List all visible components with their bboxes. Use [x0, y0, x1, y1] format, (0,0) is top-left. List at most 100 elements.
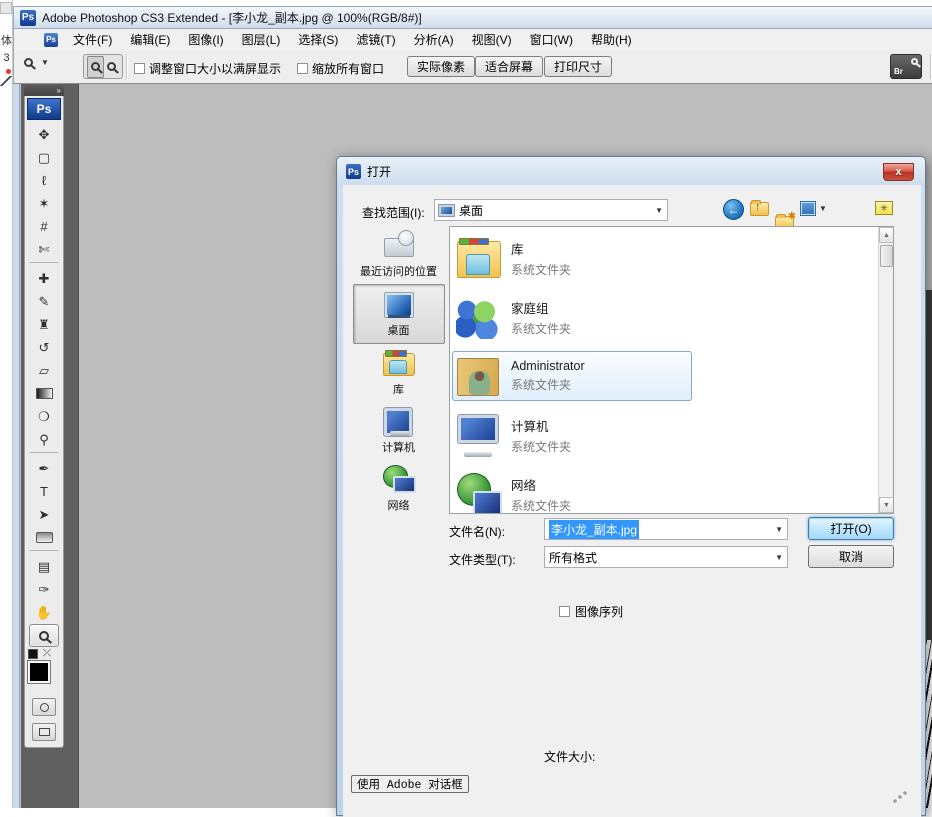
- file-row[interactable]: 家庭组 系统文件夹: [452, 292, 852, 342]
- path-select-tool[interactable]: ➤: [29, 503, 59, 526]
- up-one-level-button[interactable]: ↑: [750, 202, 769, 216]
- file-name-input[interactable]: 李小龙_副本.jpg ▼: [544, 518, 788, 540]
- scrollbar-thumb[interactable]: [880, 245, 893, 267]
- file-row[interactable]: 计算机 系统文件夹: [452, 410, 852, 460]
- place-recent[interactable]: 最近访问的位置: [353, 226, 445, 284]
- background-glyph: 3: [0, 52, 13, 64]
- chevron-down-icon: ▼: [769, 525, 783, 534]
- photoshop-logo-button[interactable]: Ps: [27, 98, 61, 120]
- menu-item[interactable]: 图层(L): [233, 29, 290, 50]
- look-in-label: 查找范围(I):: [362, 204, 425, 221]
- menu-item[interactable]: 窗口(W): [521, 29, 582, 50]
- views-menu-button[interactable]: ▼: [800, 201, 827, 216]
- file-row[interactable]: 网络 系统文件夹: [452, 469, 852, 514]
- resize-window-checkbox[interactable]: 调整窗口大小以满屏显示: [134, 60, 281, 77]
- menu-item[interactable]: 图像(I): [179, 29, 232, 50]
- history-brush-tool[interactable]: ↺: [29, 336, 59, 359]
- menu-item[interactable]: 编辑(E): [121, 29, 179, 50]
- menu-bar: Ps 文件(F)编辑(E)图像(I)图层(L)选择(S)滤镜(T)分析(A)视图…: [13, 29, 932, 50]
- eyedropper-tool[interactable]: ✑: [29, 578, 59, 601]
- dialog-titlebar: Ps 打开: [346, 163, 391, 180]
- dialog-icon: Ps: [346, 164, 361, 179]
- open-button[interactable]: 打开(O): [808, 517, 894, 540]
- icon-homegroup: [456, 295, 502, 339]
- scroll-up-icon[interactable]: ▲: [879, 227, 894, 243]
- toolbox-collapse-header[interactable]: »: [24, 85, 64, 96]
- resize-grip[interactable]: [893, 791, 907, 803]
- quick-mask-button[interactable]: [32, 698, 56, 716]
- favorites-folder-button[interactable]: ✳: [875, 201, 893, 215]
- place-computer[interactable]: 计算机: [353, 402, 445, 460]
- print-size-button[interactable]: 打印尺寸: [544, 56, 612, 77]
- zoom-in-button[interactable]: [87, 56, 104, 78]
- checkbox-icon[interactable]: [559, 606, 570, 617]
- zoom-tool-preset[interactable]: ▼: [24, 58, 49, 67]
- magic-wand-tool[interactable]: ✶: [29, 192, 59, 215]
- icon-recent: [382, 230, 416, 260]
- checkbox-icon[interactable]: [134, 63, 145, 74]
- go-to-bridge-button[interactable]: Br: [890, 54, 922, 79]
- icon-libraries: [382, 348, 416, 378]
- brush-tool[interactable]: ✎: [29, 290, 59, 313]
- tool-separator[interactable]: [29, 452, 59, 456]
- icon-network: [382, 464, 416, 494]
- eraser-tool[interactable]: ▱: [29, 359, 59, 382]
- blur-tool[interactable]: ❍: [29, 405, 59, 428]
- cancel-button[interactable]: 取消: [808, 545, 894, 568]
- hand-tool[interactable]: ✋: [29, 601, 59, 624]
- place-label: 桌面: [388, 322, 410, 338]
- checkbox-label: 图像序列: [575, 603, 623, 620]
- file-name: Administrator: [511, 359, 585, 373]
- zoom-tool[interactable]: [29, 624, 59, 647]
- scroll-down-icon[interactable]: ▼: [879, 497, 894, 513]
- photoshop-app-icon: Ps: [20, 10, 36, 26]
- panel-dock: » Ps ✥ ▢ ℓ ✶ # ✄: [21, 84, 79, 808]
- tool-separator[interactable]: [29, 550, 59, 554]
- sparkle-icon: ✱: [788, 211, 796, 222]
- place-network[interactable]: 网络: [353, 460, 445, 518]
- screen-mode-button[interactable]: [32, 723, 56, 741]
- pen-tool[interactable]: ✒: [29, 457, 59, 480]
- chevron-down-icon: ▼: [41, 58, 49, 67]
- scrollbar[interactable]: ▲ ▼: [878, 227, 893, 513]
- slice-tool[interactable]: ✄: [29, 238, 59, 261]
- lasso-tool[interactable]: ℓ: [29, 169, 59, 192]
- type-tool[interactable]: T: [29, 480, 59, 503]
- file-row[interactable]: Administrator 系统文件夹: [452, 351, 692, 401]
- zoom-all-windows-checkbox[interactable]: 缩放所有窗口: [297, 60, 384, 77]
- place-libraries[interactable]: 库: [353, 344, 445, 402]
- shape-tool[interactable]: [29, 526, 59, 549]
- tool-separator[interactable]: [29, 262, 59, 266]
- marquee-tool[interactable]: ▢: [29, 146, 59, 169]
- file-row[interactable]: 库 系统文件夹: [452, 233, 852, 283]
- default-colors-icon[interactable]: [28, 649, 38, 659]
- crop-tool[interactable]: #: [29, 215, 59, 238]
- clone-stamp-tool[interactable]: ♜: [29, 313, 59, 336]
- file-type: 系统文件夹: [511, 261, 571, 278]
- gradient-tool[interactable]: [29, 382, 59, 405]
- foreground-color-swatch[interactable]: [28, 661, 50, 683]
- zoom-out-button[interactable]: [104, 57, 119, 77]
- actual-pixels-button[interactable]: 实际像素: [407, 56, 475, 77]
- move-tool[interactable]: ✥: [29, 123, 59, 146]
- fit-screen-button[interactable]: 适合屏幕: [475, 56, 543, 77]
- file-type-dropdown[interactable]: 所有格式 ▼: [544, 546, 788, 568]
- back-button[interactable]: ←: [723, 199, 744, 220]
- swap-colors-icon[interactable]: ⤫: [43, 648, 51, 659]
- menu-item[interactable]: 滤镜(T): [347, 29, 404, 50]
- close-button[interactable]: x: [883, 163, 914, 181]
- icon-user-folder: [456, 354, 502, 398]
- use-adobe-dialog-button[interactable]: 使用 Adobe 对话框: [351, 775, 469, 793]
- menu-item[interactable]: 分析(A): [405, 29, 463, 50]
- menu-item[interactable]: 文件(F): [64, 29, 121, 50]
- image-sequence-checkbox[interactable]: 图像序列: [559, 603, 623, 620]
- look-in-dropdown[interactable]: 桌面 ▼: [434, 199, 668, 221]
- healing-brush-tool[interactable]: ✚: [29, 267, 59, 290]
- menu-item[interactable]: 视图(V): [463, 29, 521, 50]
- menu-item[interactable]: 帮助(H): [582, 29, 641, 50]
- checkbox-icon[interactable]: [297, 63, 308, 74]
- dodge-tool[interactable]: ⚲: [29, 428, 59, 451]
- place-desktop[interactable]: 桌面: [353, 284, 445, 344]
- menu-item[interactable]: 选择(S): [289, 29, 347, 50]
- notes-tool[interactable]: ▤: [29, 555, 59, 578]
